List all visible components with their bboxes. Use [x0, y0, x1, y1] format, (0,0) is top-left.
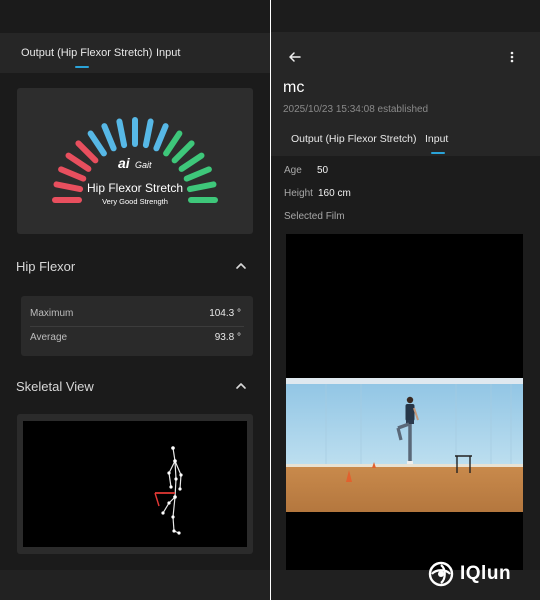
watermark-text: IQlun: [460, 563, 512, 584]
skeletal-card: [17, 414, 253, 554]
hip-flexor-section-title: Hip Flexor: [16, 259, 76, 274]
active-tab-indicator: [431, 152, 445, 154]
gauge-rating: Very Good Strength: [102, 197, 168, 206]
strength-gauge: ai Gait Hip Flexor Stretch Very Good Str…: [52, 117, 218, 206]
right-screen: mc 2025/10/23 15:34:08 established Outpu…: [271, 0, 540, 600]
gauge-card: ai Gait Hip Flexor Stretch Very Good Str…: [17, 88, 253, 234]
gauge-segment: [178, 152, 205, 172]
skeletal-view-section-title: Skeletal View: [16, 379, 94, 394]
gauge-segment: [163, 130, 183, 157]
gauge-segment: [142, 118, 154, 149]
gauge-segment: [53, 181, 84, 193]
chevron-up-icon[interactable]: [234, 379, 248, 393]
tab-input[interactable]: Input: [156, 47, 180, 59]
gauge-segment: [75, 140, 99, 164]
average-value: 93.8 °: [214, 332, 241, 343]
bottom-bar: [0, 570, 270, 600]
gauge-segment: [153, 123, 169, 152]
active-tab-indicator: [75, 66, 89, 68]
gauge-segment: [58, 166, 87, 182]
skeleton-figure: [162, 447, 182, 534]
tab-output-hip-flexor[interactable]: Output (Hip Flexor Stretch): [21, 47, 152, 59]
gauge-segment: [183, 166, 212, 182]
age-label: Age: [284, 165, 302, 176]
brand-gait: Gait: [135, 160, 152, 170]
film-player[interactable]: [286, 234, 523, 570]
stats-divider: [30, 326, 244, 327]
average-label: Average: [30, 332, 68, 343]
gauge-segment: [186, 181, 217, 193]
film-frame: [286, 378, 523, 512]
established-timestamp: 2025/10/23 15:34:08 established: [283, 104, 429, 115]
gauge-title: Hip Flexor Stretch: [87, 181, 183, 195]
profile-name: mc: [283, 79, 305, 96]
gauge-segment: [65, 152, 92, 172]
watermark-logo-icon: [428, 561, 454, 587]
gauge-segment: [116, 118, 128, 149]
gauge-segment: [171, 140, 195, 164]
brand-ai: ai: [118, 155, 131, 171]
skeleton-viewer[interactable]: [23, 421, 247, 547]
left-screen: Output (Hip Flexor Stretch) Input ai Gai…: [0, 0, 270, 600]
maximum-label: Maximum: [30, 308, 74, 319]
age-value: 50: [317, 165, 329, 176]
gauge-segment: [87, 130, 107, 157]
gauge-segment: [101, 123, 117, 152]
height-value: 160 cm: [318, 188, 351, 199]
selected-film-label: Selected Film: [284, 211, 345, 222]
more-options-icon[interactable]: [507, 50, 517, 64]
skeleton-joints: [161, 446, 183, 535]
tab-input[interactable]: Input: [425, 133, 448, 145]
back-arrow-icon[interactable]: [288, 50, 302, 64]
app-header: mc 2025/10/23 15:34:08 established Outpu…: [271, 32, 540, 156]
tab-output-hip-flexor[interactable]: Output (Hip Flexor Stretch): [291, 133, 416, 145]
hip-flexor-stats-card: Maximum 104.3 ° Average 93.8 °: [21, 296, 253, 356]
tab-bar: Output (Hip Flexor Stretch) Input: [0, 33, 270, 73]
height-label: Height: [284, 188, 313, 199]
chevron-up-icon[interactable]: [234, 259, 248, 273]
maximum-value: 104.3 °: [209, 308, 241, 319]
